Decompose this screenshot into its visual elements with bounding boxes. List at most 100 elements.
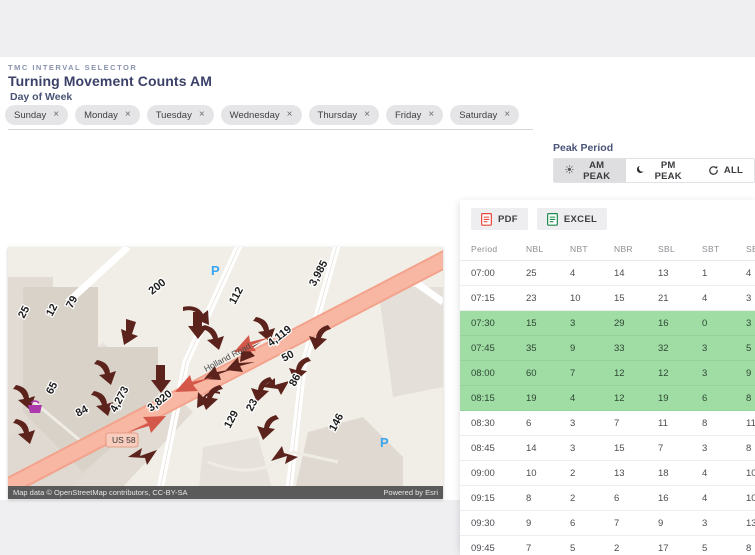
table-row[interactable]: 08:00 60 7 12 12 3 9 (460, 360, 755, 386)
cell-nbr: 14 (614, 260, 658, 286)
day-chip-saturday[interactable]: Saturday × (450, 105, 520, 125)
cell-period: 07:30 (460, 310, 526, 336)
peak-period-toggle-group[interactable]: AM PEAK PM PEAK ALL (553, 158, 755, 183)
close-icon[interactable]: × (287, 110, 293, 120)
peak-period-pm-peak-button[interactable]: PM PEAK (625, 159, 697, 182)
cell-sbl: 16 (658, 310, 702, 336)
table-row[interactable]: 09:15 8 2 6 16 4 10 (460, 485, 755, 511)
close-icon[interactable]: × (53, 110, 59, 120)
cell-period: 09:15 (460, 485, 526, 511)
day-chip-friday[interactable]: Friday × (385, 105, 444, 125)
table-row[interactable]: 07:00 25 4 14 13 1 4 (460, 260, 755, 286)
day-chip-tuesday[interactable]: Tuesday × (146, 105, 214, 125)
table-row[interactable]: 08:45 14 3 15 7 3 8 (460, 435, 755, 461)
cell-sbt: 0 (702, 310, 746, 336)
export-toolbar: PDF EXCEL (460, 200, 755, 238)
column-header-nbt[interactable]: NBT (570, 238, 614, 261)
cell-sbl: 13 (658, 260, 702, 286)
pdf-icon (481, 213, 492, 226)
column-header-period[interactable]: Period (460, 238, 526, 261)
peak-period-all-button[interactable]: ALL (696, 159, 754, 182)
cell-period: 09:00 (460, 460, 526, 486)
day-of-week-chip-list: Sunday × Monday × Tuesday × Wednesday × Thursday… (5, 105, 520, 125)
cell-sbt: 6 (702, 385, 746, 411)
table-row[interactable]: 07:30 15 3 29 16 0 3 (460, 310, 755, 336)
cell-period: 08:15 (460, 385, 526, 411)
parking-icon: P (380, 435, 389, 450)
cell-sbr: 13 (746, 510, 755, 536)
cell-sbl: 16 (658, 485, 702, 511)
day-chip-sunday[interactable]: Sunday × (5, 105, 69, 125)
day-chip-wednesday[interactable]: Wednesday × (220, 105, 302, 125)
column-header-sbt[interactable]: SBT (702, 238, 746, 261)
export-excel-button[interactable]: EXCEL (536, 208, 608, 230)
table-row[interactable]: 09:00 10 2 13 18 4 10 (460, 460, 755, 486)
cell-sbl: 11 (658, 410, 702, 436)
table-row[interactable]: 08:15 19 4 12 19 6 8 (460, 385, 755, 411)
export-pdf-button[interactable]: PDF (471, 208, 528, 230)
cell-sbl: 32 (658, 335, 702, 361)
column-header-nbl[interactable]: NBL (526, 238, 570, 261)
table-row[interactable]: 09:45 7 5 2 17 5 8 (460, 535, 755, 555)
cell-sbr: 3 (746, 285, 755, 311)
top-background-band (0, 0, 755, 57)
cell-sbr: 9 (746, 360, 755, 386)
cell-nbt: 6 (570, 510, 614, 536)
cell-sbt: 4 (702, 460, 746, 486)
cell-sbl: 17 (658, 535, 702, 555)
main-content-area: TMC INTERVAL SELECTOR Turning Movement C… (0, 57, 755, 555)
table-row[interactable]: 07:15 23 10 15 21 4 3 (460, 285, 755, 311)
table-row[interactable]: 07:45 35 9 33 32 3 5 (460, 335, 755, 361)
cell-sbt: 3 (702, 335, 746, 361)
day-chip-thursday[interactable]: Thursday × (308, 105, 379, 125)
table-row[interactable]: 09:30 9 6 7 9 3 13 (460, 510, 755, 536)
cell-sbr: 10 (746, 485, 755, 511)
day-chip-label: Thursday (317, 109, 358, 121)
map-canvas[interactable]: BP P P P Holland Road US 58 200 79 12 25 (8, 247, 443, 499)
day-chip-label: Wednesday (229, 109, 280, 121)
cell-nbt: 2 (570, 485, 614, 511)
cell-period: 07:45 (460, 335, 526, 361)
cell-sbl: 9 (658, 510, 702, 536)
cell-sbr: 4 (746, 260, 755, 286)
peak-period-am-peak-button[interactable]: AM PEAK (554, 159, 626, 182)
cell-sbt: 4 (702, 285, 746, 311)
cell-nbr: 7 (614, 510, 658, 536)
close-icon[interactable]: × (199, 110, 205, 120)
close-icon[interactable]: × (428, 110, 434, 120)
cell-nbt: 3 (570, 310, 614, 336)
cell-period: 08:45 (460, 435, 526, 461)
peak-period-label: Peak Period (553, 142, 614, 154)
cell-period: 08:00 (460, 360, 526, 386)
table-row[interactable]: 08:30 6 3 7 11 8 11 (460, 410, 755, 436)
column-header-nbr[interactable]: NBR (614, 238, 658, 261)
cell-nbt: 2 (570, 460, 614, 486)
map-attribution-right: Powered by Esri (383, 488, 438, 497)
column-header-sbr[interactable]: SBR (746, 238, 755, 261)
cell-sbl: 18 (658, 460, 702, 486)
cell-nbr: 29 (614, 310, 658, 336)
cell-sbr: 11 (746, 410, 755, 436)
cell-nbt: 3 (570, 410, 614, 436)
sun-icon (565, 165, 574, 176)
day-chip-label: Tuesday (155, 109, 192, 121)
map-viewport[interactable]: BP P P P Holland Road US 58 200 79 12 25 (8, 247, 443, 499)
close-icon[interactable]: × (125, 110, 131, 120)
cell-sbt: 1 (702, 260, 746, 286)
cell-nbt: 7 (570, 360, 614, 386)
day-chip-monday[interactable]: Monday × (75, 105, 140, 125)
cell-period: 08:30 (460, 410, 526, 436)
cell-nbr: 15 (614, 435, 658, 461)
excel-icon (546, 213, 558, 226)
cell-sbt: 5 (702, 535, 746, 555)
cell-nbt: 4 (570, 260, 614, 286)
close-icon[interactable]: × (504, 110, 510, 120)
column-header-sbl[interactable]: SBL (658, 238, 702, 261)
tmc-interval-selector-page: TMC INTERVAL SELECTOR Turning Movement C… (0, 0, 755, 555)
table-header-row: PeriodNBLNBTNBRSBLSBTSBR (460, 238, 755, 261)
map-attribution-left: Map data © OpenStreetMap contributors, C… (13, 488, 188, 497)
cell-nbt: 5 (570, 535, 614, 555)
cell-sbt: 4 (702, 485, 746, 511)
close-icon[interactable]: × (364, 110, 370, 120)
cell-sbt: 8 (702, 410, 746, 436)
